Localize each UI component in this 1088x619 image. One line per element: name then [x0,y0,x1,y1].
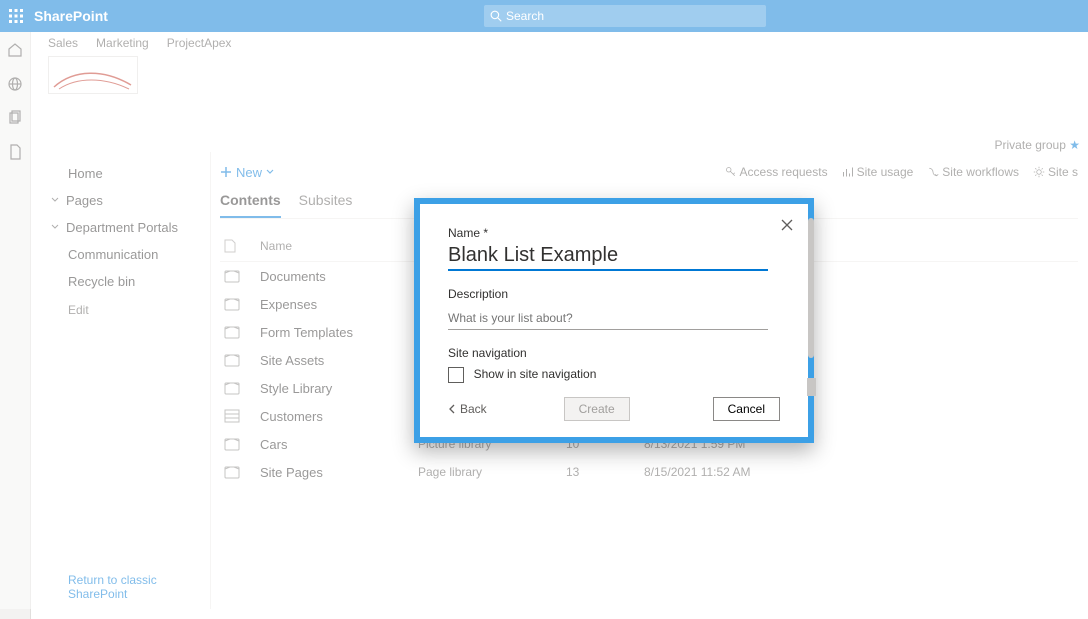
description-input[interactable] [448,307,768,330]
cancel-button[interactable]: Cancel [713,397,780,421]
dialog-resize-handle[interactable] [807,378,816,396]
chevron-left-icon [448,404,456,414]
close-button[interactable] [780,218,794,232]
show-in-nav-label: Show in site navigation [474,367,597,381]
description-label: Description [448,287,780,301]
site-nav-label: Site navigation [448,346,780,360]
close-icon [780,218,794,232]
create-button: Create [564,397,630,421]
create-list-dialog: Name * Description Site navigation Show … [414,198,814,443]
back-button[interactable]: Back [448,402,487,416]
dialog-scrollbar[interactable] [808,218,814,358]
name-label: Name * [448,226,780,240]
show-in-nav-checkbox[interactable] [448,367,464,383]
name-input[interactable] [448,242,768,271]
